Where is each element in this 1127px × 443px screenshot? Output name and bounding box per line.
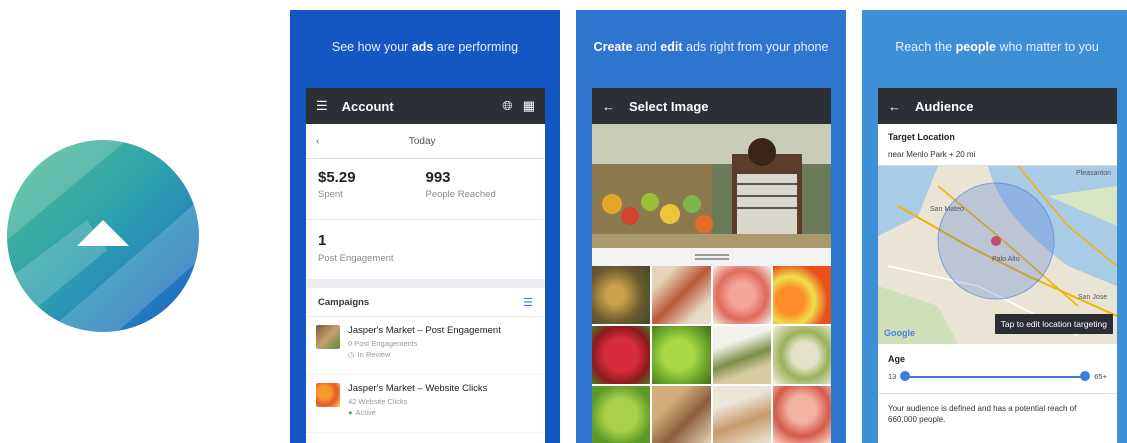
- age-max-handle[interactable]: [1080, 370, 1091, 381]
- engagement-stat: 1 Post Engagement: [306, 219, 545, 279]
- screenshot-create: Create and edit ads right from your phon…: [576, 10, 846, 443]
- market-photo: [592, 124, 831, 248]
- campaign-item[interactable]: Jasper's Market – Website Clicks 42 Webs…: [306, 375, 545, 433]
- campaign-name: Jasper's Market – Website Clicks: [348, 383, 488, 394]
- phone-screen: ← Select Image: [592, 88, 831, 443]
- date-selector: ‹ Today: [306, 124, 545, 159]
- app-bar-title: Select Image: [629, 98, 709, 114]
- reach-text: Your audience is defined and has a poten…: [878, 393, 1117, 426]
- app-bar: ← Select Image: [592, 88, 831, 124]
- reached-stat: 993 People Reached: [426, 169, 534, 219]
- location-map[interactable]: Pleasanton San Mateo Palo Alto San Jose …: [878, 166, 1117, 344]
- age-slider[interactable]: 13 65+: [878, 368, 1117, 385]
- stats-row: $5.29 Spent 993 People Reached: [306, 159, 545, 219]
- age-slider-track[interactable]: [900, 370, 1091, 381]
- map-tooltip[interactable]: Tap to edit location targeting: [994, 314, 1113, 334]
- back-arrow-icon[interactable]: ←: [602, 99, 615, 114]
- image-thumbnail[interactable]: [712, 266, 771, 324]
- map-label: Pleasanton: [1076, 170, 1112, 177]
- app-bar-title: Audience: [915, 98, 974, 114]
- screenshot-audience: Reach the people who matter to you ← Aud…: [862, 10, 1127, 443]
- image-thumbnail[interactable]: [652, 386, 711, 443]
- phone-screen: ← Audience Target Location near Menlo Pa…: [878, 88, 1117, 443]
- app-bar: ☰ Account 🌐︎ ▦: [306, 88, 545, 124]
- caption: Create and edit ads right from your phon…: [593, 40, 829, 54]
- spent-value: $5.29: [318, 169, 356, 186]
- image-grid: [592, 266, 831, 443]
- image-thumbnail[interactable]: [772, 266, 831, 324]
- menu-icon[interactable]: ☰: [316, 98, 328, 114]
- app-bar-title: Account: [341, 98, 394, 114]
- app-logo: [7, 140, 199, 332]
- map-label: San Mateo: [930, 206, 964, 213]
- drag-handle[interactable]: [592, 248, 831, 266]
- age-min: 13: [888, 372, 897, 381]
- selected-image: [592, 124, 831, 248]
- image-thumbnail[interactable]: [652, 266, 711, 324]
- filter-icon[interactable]: ☰: [523, 296, 533, 309]
- back-arrow-icon[interactable]: ←: [888, 99, 901, 114]
- campaign-status: In Review: [348, 350, 501, 359]
- campaigns-header: Campaigns ☰: [306, 288, 545, 317]
- image-thumbnail[interactable]: [652, 326, 711, 384]
- map-label: San Jose: [1078, 294, 1108, 301]
- age-min-handle[interactable]: [900, 370, 911, 381]
- google-logo: Google: [884, 328, 915, 338]
- image-thumbnail[interactable]: [592, 386, 651, 443]
- engagement-label: Post Engagement: [318, 253, 394, 264]
- screenshot-performance: See how your ads are performing ☰ Accoun…: [290, 10, 560, 443]
- campaign-item[interactable]: Jasper's Market – Post Engagement 0 Post…: [306, 317, 545, 375]
- spent-stat: $5.29 Spent: [318, 169, 426, 219]
- reached-label: People Reached: [425, 189, 496, 200]
- image-thumbnail[interactable]: [592, 326, 651, 384]
- reached-value: 993: [425, 169, 451, 186]
- campaign-thumbnail: [316, 383, 340, 407]
- divider: [306, 279, 545, 288]
- caption: See how your ads are performing: [331, 40, 519, 54]
- target-location-label: Target Location: [888, 132, 955, 142]
- image-thumbnail[interactable]: [772, 326, 831, 384]
- calendar-icon[interactable]: ▦: [523, 98, 535, 114]
- age-label: Age: [888, 354, 906, 364]
- engagement-value: 1: [318, 232, 327, 249]
- app-bar: ← Audience: [878, 88, 1117, 124]
- date-label: Today: [408, 135, 436, 147]
- spent-label: Spent: [318, 189, 343, 200]
- location-value[interactable]: near Menlo Park + 20 mi: [878, 146, 1117, 166]
- phone-screen: ☰ Account 🌐︎ ▦ ‹ Today $5.29 Spent 993 P…: [306, 88, 545, 443]
- image-thumbnail[interactable]: [712, 326, 771, 384]
- image-thumbnail[interactable]: [712, 386, 771, 443]
- map-label: Palo Alto: [992, 256, 1020, 263]
- campaign-name: Jasper's Market – Post Engagement: [348, 325, 501, 336]
- campaign-status: Active: [348, 408, 487, 417]
- image-thumbnail[interactable]: [772, 386, 831, 443]
- image-thumbnail[interactable]: [592, 266, 651, 324]
- age-max: 65+: [1094, 372, 1107, 381]
- campaign-metric: 0 Post Engagements: [348, 339, 418, 348]
- globe-icon[interactable]: 🌐︎: [502, 98, 512, 114]
- campaign-thumbnail: [316, 325, 340, 349]
- caption: Reach the people who matter to you: [895, 40, 1099, 54]
- campaigns-title: Campaigns: [318, 296, 370, 308]
- campaign-metric: 42 Website Clicks: [348, 397, 408, 406]
